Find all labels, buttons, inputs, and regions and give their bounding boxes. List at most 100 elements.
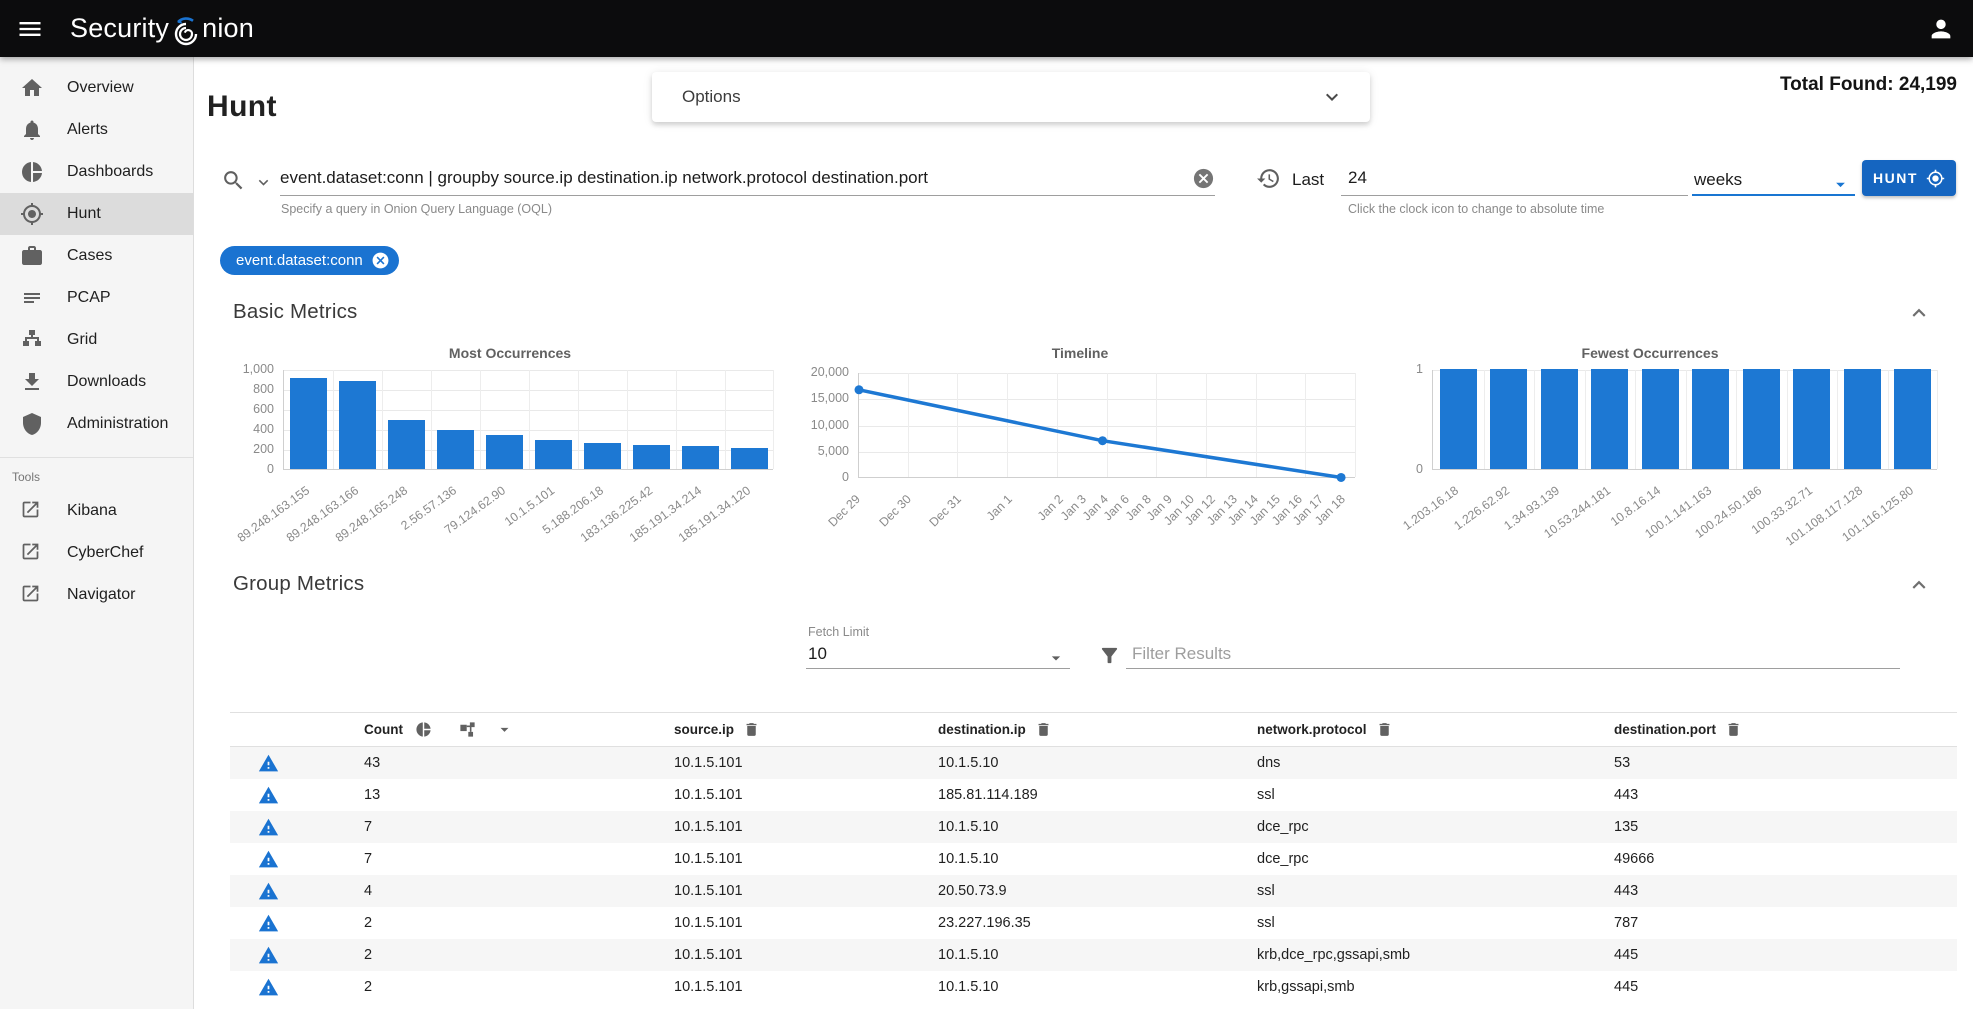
bar[interactable] [1793, 369, 1830, 469]
bar[interactable] [1743, 369, 1780, 469]
filter-results-input[interactable] [1132, 644, 1872, 664]
network-protocol-cell[interactable]: dce_rpc [1247, 851, 1604, 867]
bar[interactable] [388, 420, 424, 469]
clear-query-icon[interactable] [1192, 167, 1215, 190]
trash-icon[interactable] [1035, 721, 1052, 738]
destination-ip-cell[interactable]: 10.1.5.10 [928, 851, 1247, 867]
destination-ip-cell[interactable]: 10.1.5.10 [928, 979, 1247, 995]
basic-metrics-collapse-button[interactable] [1906, 300, 1932, 326]
bar[interactable] [1692, 369, 1729, 469]
count-cell[interactable]: 2 [354, 979, 664, 995]
bar[interactable] [633, 445, 669, 469]
destination-ip-header[interactable]: destination.ip [928, 721, 1247, 738]
source-ip-cell[interactable]: 10.1.5.101 [664, 979, 928, 995]
network-protocol-cell[interactable]: ssl [1247, 883, 1604, 899]
bar[interactable] [682, 446, 718, 469]
remove-filter-icon[interactable] [371, 251, 390, 270]
fetch-limit-select[interactable]: 10 [808, 644, 827, 664]
table-row[interactable]: 710.1.5.10110.1.5.10dce_rpc49666 [230, 843, 1957, 875]
alert-triangle-icon[interactable] [258, 785, 279, 806]
destination-port-cell[interactable]: 445 [1604, 979, 1957, 995]
destination-port-cell[interactable]: 445 [1604, 947, 1957, 963]
sidebar-item-cyberchef[interactable]: CyberChef [0, 532, 193, 574]
sidebar-item-dashboards[interactable]: Dashboards [0, 151, 193, 193]
alert-triangle-icon[interactable] [258, 753, 279, 774]
bar[interactable] [1440, 369, 1477, 469]
table-row[interactable]: 210.1.5.10110.1.5.10krb,gssapi,smb445 [230, 971, 1957, 1003]
alert-triangle-icon[interactable] [258, 881, 279, 902]
destination-port-header[interactable]: destination.port [1604, 721, 1957, 738]
count-header[interactable]: Count [354, 720, 664, 739]
source-ip-cell[interactable]: 10.1.5.101 [664, 947, 928, 963]
person-icon[interactable] [1927, 15, 1955, 43]
table-row[interactable]: 1310.1.5.101185.81.114.189ssl443 [230, 779, 1957, 811]
sidebar-item-pcap[interactable]: PCAP [0, 277, 193, 319]
network-protocol-cell[interactable]: krb,dce_rpc,gssapi,smb [1247, 947, 1604, 963]
trash-icon[interactable] [743, 721, 760, 738]
table-row[interactable]: 410.1.5.10120.50.73.9ssl443 [230, 875, 1957, 907]
source-ip-cell[interactable]: 10.1.5.101 [664, 819, 928, 835]
trash-icon[interactable] [1376, 721, 1393, 738]
network-protocol-cell[interactable]: ssl [1247, 915, 1604, 931]
trash-icon[interactable] [1725, 721, 1742, 738]
source-ip-cell[interactable]: 10.1.5.101 [664, 851, 928, 867]
table-row[interactable]: 4310.1.5.10110.1.5.10dns53 [230, 747, 1957, 779]
bar[interactable] [290, 378, 326, 470]
sidebar-item-administration[interactable]: Administration [0, 403, 193, 445]
network-protocol-header[interactable]: network.protocol [1247, 721, 1604, 738]
source-ip-cell[interactable]: 10.1.5.101 [664, 755, 928, 771]
destination-ip-cell[interactable]: 23.227.196.35 [928, 915, 1247, 931]
bar[interactable] [1642, 369, 1679, 469]
destination-port-cell[interactable]: 443 [1604, 787, 1957, 803]
bar[interactable] [1541, 369, 1578, 469]
query-input[interactable] [280, 168, 1185, 188]
destination-ip-cell[interactable]: 10.1.5.10 [928, 819, 1247, 835]
graph-toggle-icon[interactable] [458, 720, 477, 739]
bar[interactable] [731, 448, 767, 470]
bar[interactable] [584, 443, 620, 470]
sidebar-item-kibana[interactable]: Kibana [0, 490, 193, 532]
sidebar-item-grid[interactable]: Grid [0, 319, 193, 361]
alert-triangle-icon[interactable] [258, 945, 279, 966]
network-protocol-cell[interactable]: ssl [1247, 787, 1604, 803]
options-panel[interactable]: Options [652, 72, 1370, 122]
bar[interactable] [339, 381, 375, 469]
destination-port-cell[interactable]: 53 [1604, 755, 1957, 771]
table-row[interactable]: 210.1.5.10123.227.196.35ssl787 [230, 907, 1957, 939]
count-cell[interactable]: 4 [354, 883, 664, 899]
count-cell[interactable]: 2 [354, 915, 664, 931]
bar[interactable] [1844, 369, 1881, 469]
hamburger-menu-icon[interactable] [16, 15, 44, 43]
destination-port-cell[interactable]: 443 [1604, 883, 1957, 899]
query-dropdown-caret-icon[interactable] [254, 173, 273, 192]
destination-ip-cell[interactable]: 10.1.5.10 [928, 755, 1247, 771]
bar[interactable] [535, 440, 571, 470]
destination-ip-cell[interactable]: 10.1.5.10 [928, 947, 1247, 963]
group-options-caret-icon[interactable] [495, 720, 514, 739]
data-point[interactable]: Dec 29: 16,800 [855, 385, 864, 394]
destination-port-cell[interactable]: 787 [1604, 915, 1957, 931]
alert-triangle-icon[interactable] [258, 817, 279, 838]
history-clock-icon[interactable] [1256, 166, 1281, 191]
network-protocol-cell[interactable]: dns [1247, 755, 1604, 771]
source-ip-cell[interactable]: 10.1.5.101 [664, 787, 928, 803]
sidebar-item-cases[interactable]: Cases [0, 235, 193, 277]
source-ip-header[interactable]: source.ip [664, 721, 928, 738]
bar[interactable] [437, 430, 473, 469]
pie-chart-toggle-icon[interactable] [415, 721, 432, 738]
bar[interactable] [1591, 369, 1628, 469]
hunt-button[interactable]: HUNT [1862, 160, 1956, 196]
count-cell[interactable]: 43 [354, 755, 664, 771]
filter-chip[interactable]: event.dataset:conn [220, 246, 399, 275]
sidebar-item-hunt[interactable]: Hunt [0, 193, 193, 235]
alert-triangle-icon[interactable] [258, 977, 279, 998]
group-metrics-collapse-button[interactable] [1906, 572, 1932, 598]
alert-triangle-icon[interactable] [258, 913, 279, 934]
sidebar-item-navigator[interactable]: Navigator [0, 574, 193, 616]
count-cell[interactable]: 13 [354, 787, 664, 803]
destination-ip-cell[interactable]: 20.50.73.9 [928, 883, 1247, 899]
destination-port-cell[interactable]: 135 [1604, 819, 1957, 835]
destination-ip-cell[interactable]: 185.81.114.189 [928, 787, 1247, 803]
data-point[interactable]: Jan 18: 100 [1337, 473, 1346, 482]
count-cell[interactable]: 2 [354, 947, 664, 963]
